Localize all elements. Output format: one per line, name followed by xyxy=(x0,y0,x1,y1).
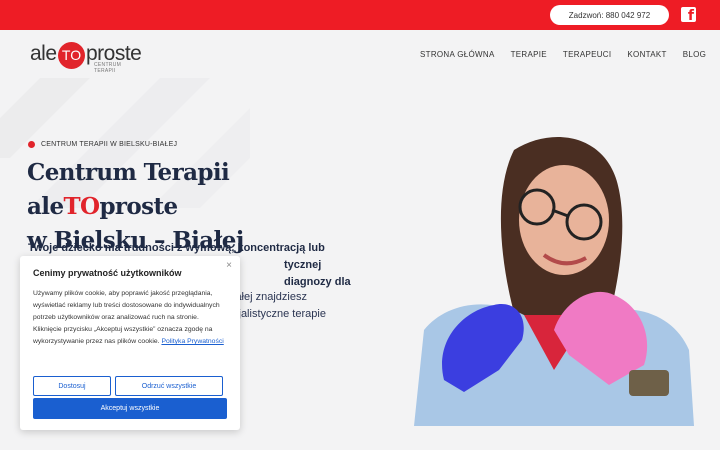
facebook-icon[interactable]: f xyxy=(681,7,696,24)
facebook-glyph: f xyxy=(687,8,694,24)
logo-subtitle: CENTRUM TERAPII xyxy=(94,62,122,74)
call-button[interactable]: Zadzwoń: 880 042 972 xyxy=(550,5,669,25)
nav-contact[interactable]: KONTAKT xyxy=(627,50,666,59)
therapist-photo xyxy=(404,130,694,426)
close-icon[interactable]: × xyxy=(226,260,232,271)
hero-title-c: proste xyxy=(99,193,178,220)
accept-all-button[interactable]: Akceptuj wszystkie xyxy=(33,398,227,419)
cookie-title: Cenimy prywatność użytkowników xyxy=(33,268,182,278)
nav-therapists[interactable]: TERAPEUCI xyxy=(563,50,612,59)
hero-tag: CENTRUM TERAPII W BIELSKU-BIAŁEJ xyxy=(28,141,177,148)
cookie-consent-dialog: Cenimy prywatność użytkowników × Używamy… xyxy=(20,256,240,430)
nav-blog[interactable]: BLOG xyxy=(683,50,706,59)
logo-part-ale: ale xyxy=(30,42,57,65)
nav-therapies[interactable]: TERAPIE xyxy=(511,50,547,59)
red-dot-icon xyxy=(28,141,35,148)
privacy-policy-link[interactable]: Polityka Prywatności xyxy=(161,338,223,345)
cookie-text-body: Używamy plików cookie, aby poprawić jako… xyxy=(33,290,220,345)
top-bar: Zadzwoń: 880 042 972 f xyxy=(0,0,720,30)
logo[interactable]: ale TO proste CENTRUM TERAPII xyxy=(30,40,142,74)
main-nav: STRONA GŁÓWNA TERAPIE TERAPEUCI KONTAKT … xyxy=(420,50,706,59)
cookie-text: Używamy plików cookie, aby poprawić jako… xyxy=(33,288,227,348)
hero-tag-text: CENTRUM TERAPII W BIELSKU-BIAŁEJ xyxy=(41,141,178,148)
logo-part-to: TO xyxy=(58,42,85,69)
hero-title-b: TO xyxy=(63,193,100,220)
reject-all-button[interactable]: Odrzuć wszystkie xyxy=(115,376,223,396)
hero-lead-line-1: Twoje dziecko ma trudności z wymową, kon… xyxy=(28,242,325,254)
nav-home[interactable]: STRONA GŁÓWNA xyxy=(420,50,495,59)
customize-button[interactable]: Dostosuj xyxy=(33,376,111,396)
